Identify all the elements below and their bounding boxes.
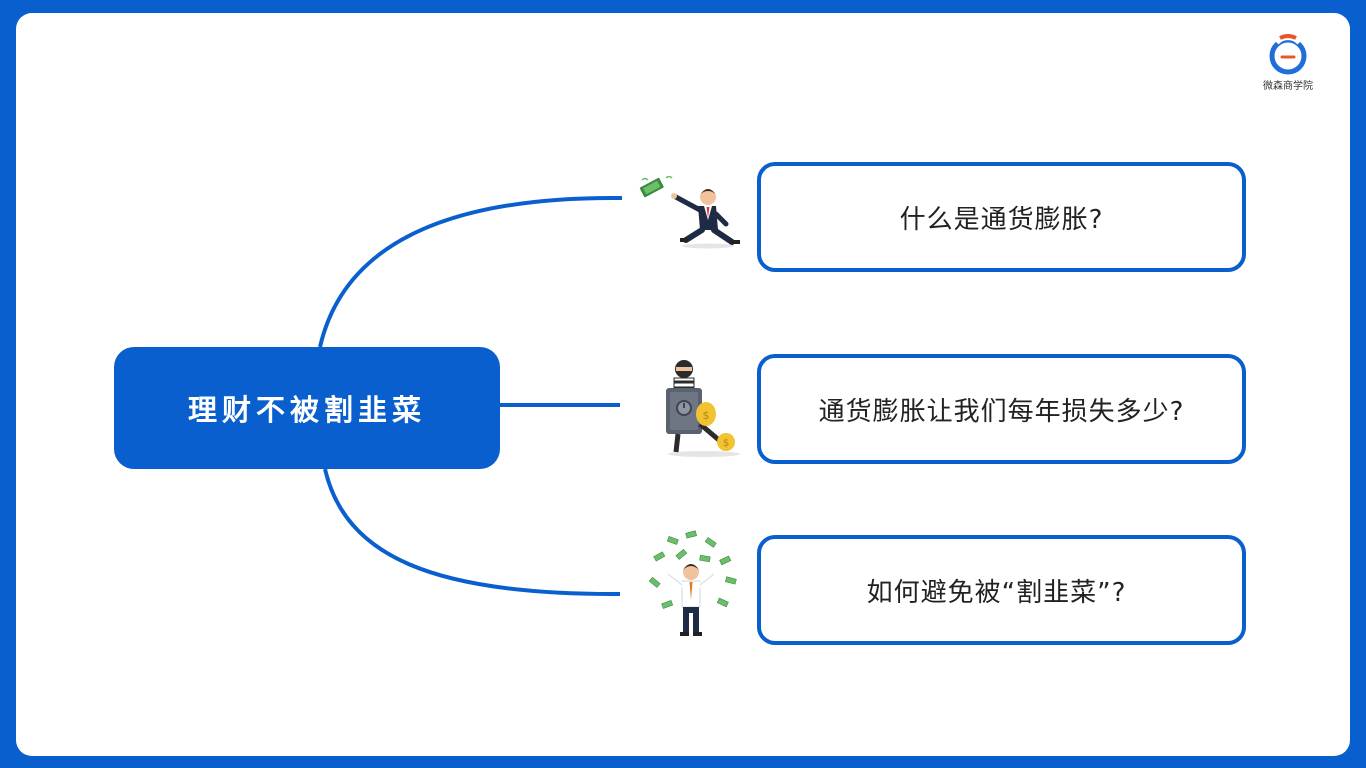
node-label: 通货膨胀让我们每年损失多少? [818, 396, 1185, 427]
mindmap-node-loss: 通货膨胀让我们每年损失多少? [757, 354, 1246, 464]
mindmap-node-avoid: 如何避免被“割韭菜”? [757, 535, 1246, 645]
thief-with-safe-icon: $ $ [666, 360, 740, 457]
mindmap-node-inflation: 什么是通货膨胀? [757, 162, 1246, 272]
node-label: 如何避免被“割韭菜”? [866, 577, 1127, 608]
man-throwing-money-icon [648, 530, 737, 636]
brand-name: 微森商学院 [1263, 81, 1313, 92]
node-label: 什么是通货膨胀? [899, 204, 1104, 235]
connector-top [318, 195, 623, 348]
connector-bottom [323, 468, 621, 597]
root-label: 理财不被割韭菜 [187, 393, 426, 427]
man-chasing-money-icon [639, 176, 740, 249]
mindmap-root-node: 理财不被割韭菜 [114, 347, 500, 469]
svg-text:$: $ [723, 438, 729, 449]
slide-frame: 微森商学院 理财不被割韭菜 什么是通货膨胀? 通货膨胀让我们每年损失多少? 如何… [0, 0, 1366, 768]
svg-text:$: $ [703, 409, 710, 422]
